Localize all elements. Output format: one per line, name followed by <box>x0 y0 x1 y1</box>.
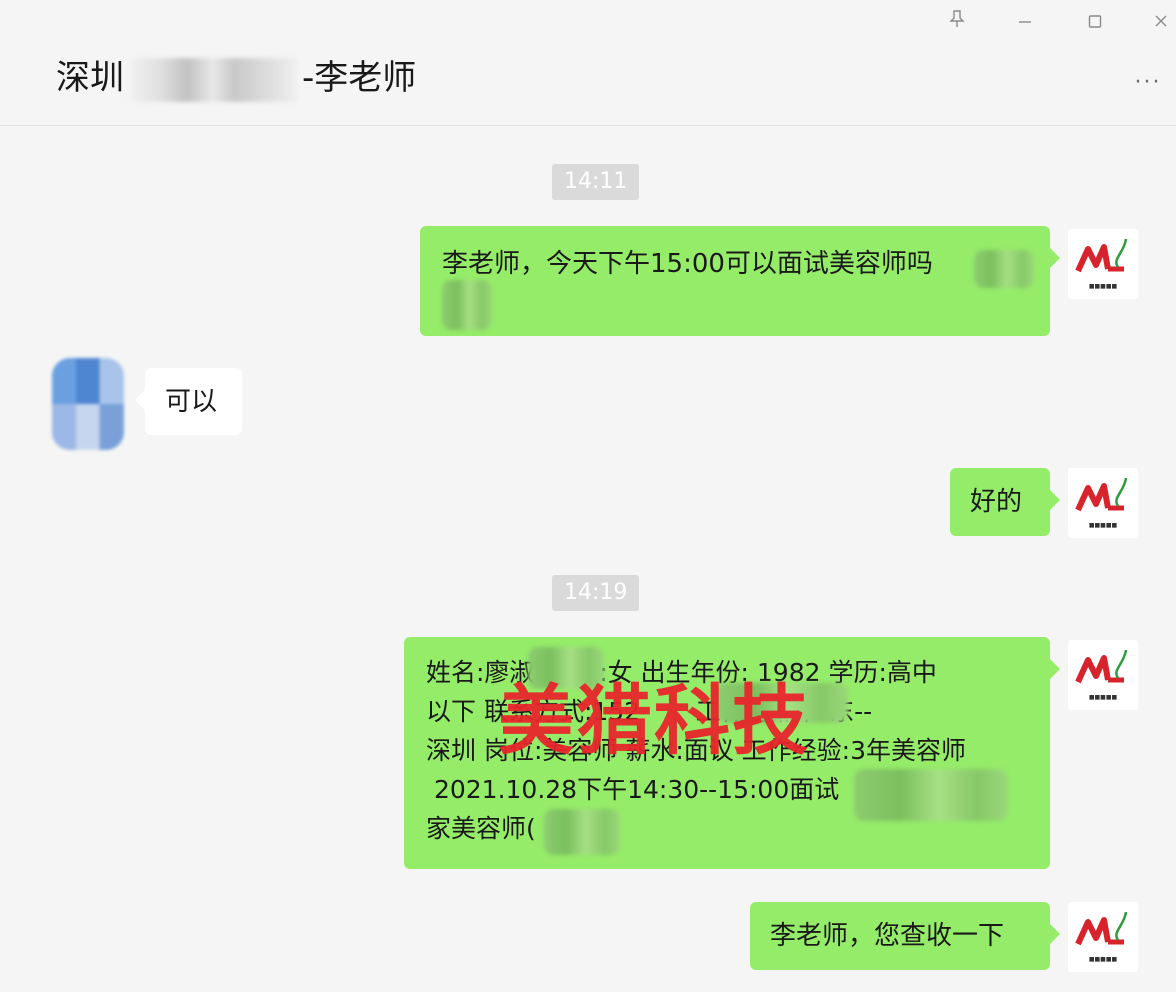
sent-message-bubble[interactable]: 好的 <box>950 468 1060 536</box>
chat-title-prefix: 深圳 <box>56 58 124 98</box>
message-line: 深圳 岗位:美容师 薪水:面议 工作经验:3年美容师 <box>426 736 967 765</box>
sent-message-bubble[interactable]: 姓名:廖淑 别:女 出生年份: 1982 学历:高中 以下 联系方式:152 工… <box>404 637 1060 869</box>
ml-logo-icon <box>1075 649 1128 684</box>
pin-icon[interactable] <box>942 8 972 38</box>
minimize-icon[interactable] <box>1010 8 1040 38</box>
redacted-content <box>974 250 1034 288</box>
ml-logo-icon <box>1075 477 1128 512</box>
message-text: 可以 <box>165 387 218 417</box>
redacted-content <box>528 647 604 689</box>
redacted-content <box>854 769 1008 821</box>
timestamp: 14:19 <box>552 575 640 611</box>
my-avatar[interactable]: ■■■■■ <box>1068 902 1138 972</box>
contact-avatar[interactable] <box>52 358 124 450</box>
logo-subtext: ■■■■■ <box>1088 283 1118 290</box>
redacted-content <box>442 280 492 330</box>
logo-subtext: ■■■■■ <box>1088 522 1118 529</box>
message-text: 李老师，您查收一下 <box>770 921 1005 951</box>
chat-title: 深圳 -李老师 <box>56 56 416 102</box>
my-avatar[interactable]: ■■■■■ <box>1068 468 1138 538</box>
logo-subtext: ■■■■■ <box>1088 956 1118 963</box>
close-icon[interactable] <box>1146 8 1176 38</box>
maximize-icon[interactable] <box>1080 8 1110 38</box>
my-avatar[interactable]: ■■■■■ <box>1068 229 1138 299</box>
message-text: 李老师，今天下午15:00可以面试美容师吗 <box>442 249 933 279</box>
sent-message-bubble[interactable]: 李老师，您查收一下 <box>750 902 1060 970</box>
redacted-content <box>716 683 848 723</box>
message-text: 好的 <box>970 487 1023 517</box>
my-avatar[interactable]: ■■■■■ <box>1068 640 1138 710</box>
received-message-bubble[interactable]: 可以 <box>135 368 242 435</box>
more-options-button[interactable]: ··· <box>1128 70 1168 100</box>
timestamp: 14:11 <box>552 164 640 200</box>
redacted-content <box>544 809 620 855</box>
chat-header: 深圳 -李老师 ··· <box>0 0 1176 126</box>
redacted-name <box>128 57 298 102</box>
ml-logo-icon <box>1075 238 1128 273</box>
chat-title-suffix: -李老师 <box>302 58 417 98</box>
logo-subtext: ■■■■■ <box>1088 694 1118 701</box>
ml-logo-icon <box>1075 911 1128 946</box>
sent-message-bubble[interactable]: 李老师，今天下午15:00可以面试美容师吗 <box>420 226 1060 336</box>
